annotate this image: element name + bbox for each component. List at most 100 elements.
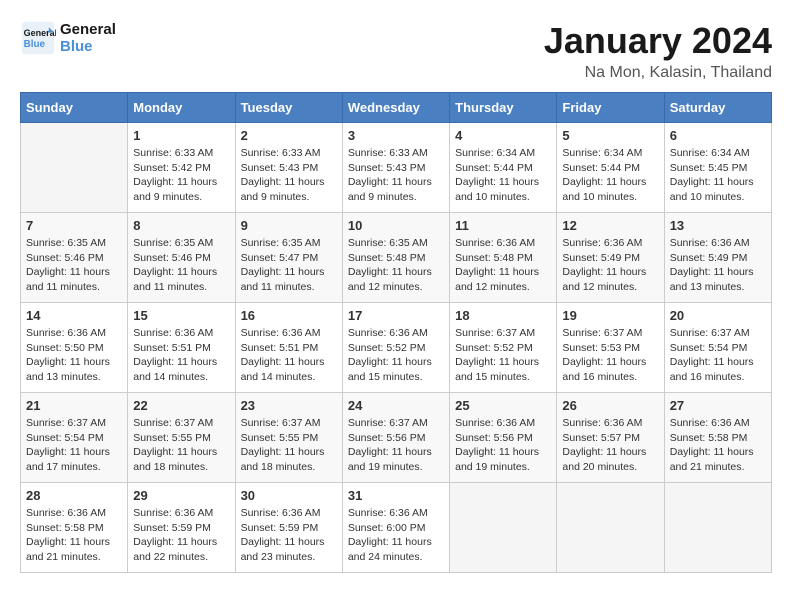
calendar-week-row: 21 Sunrise: 6:37 AM Sunset: 5:54 PM Dayli… bbox=[21, 393, 772, 483]
calendar-cell: 20Sunrise: 6:37 AM Sunset: 5:54 PM Dayli… bbox=[664, 303, 771, 393]
day-number: 17 bbox=[348, 308, 444, 323]
weekday-header-cell: Wednesday bbox=[342, 93, 449, 123]
calendar-cell: 17 Sunrise: 6:36 AM Sunset: 5:52 PM Dayli… bbox=[342, 303, 449, 393]
calendar-cell: 31Sunrise: 6:36 AM Sunset: 6:00 PM Dayli… bbox=[342, 483, 449, 573]
calendar-cell: 30 Sunrise: 6:36 AM Sunset: 5:59 PM Dayli… bbox=[235, 483, 342, 573]
calendar-week-row: 14 Sunrise: 6:36 AM Sunset: 5:50 PM Dayli… bbox=[21, 303, 772, 393]
day-number: 22 bbox=[133, 398, 229, 413]
calendar-cell: 3Sunrise: 6:33 AM Sunset: 5:43 PM Daylig… bbox=[342, 123, 449, 213]
cell-detail: Sunrise: 6:35 AM Sunset: 5:46 PM Dayligh… bbox=[133, 236, 229, 295]
calendar-cell: 4 Sunrise: 6:34 AM Sunset: 5:44 PM Daylig… bbox=[450, 123, 557, 213]
cell-detail: Sunrise: 6:36 AM Sunset: 5:51 PM Dayligh… bbox=[133, 326, 229, 385]
day-number: 24 bbox=[348, 398, 444, 413]
calendar-week-row: 1 Sunrise: 6:33 AM Sunset: 5:42 PM Daylig… bbox=[21, 123, 772, 213]
cell-detail: Sunrise: 6:33 AM Sunset: 5:43 PM Dayligh… bbox=[241, 146, 337, 205]
calendar-cell: 16 Sunrise: 6:36 AM Sunset: 5:51 PM Dayli… bbox=[235, 303, 342, 393]
day-number: 9 bbox=[241, 218, 337, 233]
calendar-cell: 19 Sunrise: 6:37 AM Sunset: 5:53 PM Dayli… bbox=[557, 303, 664, 393]
cell-detail: Sunrise: 6:37 AM Sunset: 5:54 PM Dayligh… bbox=[26, 416, 122, 475]
cell-detail: Sunrise: 6:35 AM Sunset: 5:47 PM Dayligh… bbox=[241, 236, 337, 295]
calendar-cell: 27 Sunrise: 6:36 AM Sunset: 5:58 PM Dayli… bbox=[664, 393, 771, 483]
calendar-cell: 25 Sunrise: 6:36 AM Sunset: 5:56 PM Dayli… bbox=[450, 393, 557, 483]
calendar-cell: 1 Sunrise: 6:33 AM Sunset: 5:42 PM Daylig… bbox=[128, 123, 235, 213]
weekday-header-cell: Saturday bbox=[664, 93, 771, 123]
svg-text:Blue: Blue bbox=[24, 39, 46, 50]
cell-detail: Sunrise: 6:34 AM Sunset: 5:44 PM Dayligh… bbox=[455, 146, 551, 205]
calendar-cell: 6Sunrise: 6:34 AM Sunset: 5:45 PM Daylig… bbox=[664, 123, 771, 213]
calendar-cell: 2Sunrise: 6:33 AM Sunset: 5:43 PM Daylig… bbox=[235, 123, 342, 213]
day-number: 5 bbox=[562, 128, 658, 143]
cell-detail: Sunrise: 6:36 AM Sunset: 5:50 PM Dayligh… bbox=[26, 326, 122, 385]
day-number: 30 bbox=[241, 488, 337, 503]
cell-detail: Sunrise: 6:37 AM Sunset: 5:53 PM Dayligh… bbox=[562, 326, 658, 385]
day-number: 6 bbox=[670, 128, 766, 143]
cell-detail: Sunrise: 6:36 AM Sunset: 5:51 PM Dayligh… bbox=[241, 326, 337, 385]
cell-detail: Sunrise: 6:37 AM Sunset: 5:52 PM Dayligh… bbox=[455, 326, 551, 385]
day-number: 16 bbox=[241, 308, 337, 323]
calendar-cell: 10Sunrise: 6:35 AM Sunset: 5:48 PM Dayli… bbox=[342, 213, 449, 303]
cell-detail: Sunrise: 6:37 AM Sunset: 5:55 PM Dayligh… bbox=[133, 416, 229, 475]
weekday-header-cell: Tuesday bbox=[235, 93, 342, 123]
day-number: 15 bbox=[133, 308, 229, 323]
day-number: 11 bbox=[455, 218, 551, 233]
cell-detail: Sunrise: 6:34 AM Sunset: 5:44 PM Dayligh… bbox=[562, 146, 658, 205]
day-number: 8 bbox=[133, 218, 229, 233]
calendar-cell: 29Sunrise: 6:36 AM Sunset: 5:59 PM Dayli… bbox=[128, 483, 235, 573]
day-number: 21 bbox=[26, 398, 122, 413]
calendar-cell: 9 Sunrise: 6:35 AM Sunset: 5:47 PM Daylig… bbox=[235, 213, 342, 303]
day-number: 29 bbox=[133, 488, 229, 503]
calendar-cell: 5 Sunrise: 6:34 AM Sunset: 5:44 PM Daylig… bbox=[557, 123, 664, 213]
cell-detail: Sunrise: 6:36 AM Sunset: 5:48 PM Dayligh… bbox=[455, 236, 551, 295]
day-number: 4 bbox=[455, 128, 551, 143]
logo: General Blue General Blue bbox=[20, 20, 116, 56]
weekday-header-cell: Sunday bbox=[21, 93, 128, 123]
logo-line2: Blue bbox=[60, 38, 116, 55]
day-number: 28 bbox=[26, 488, 122, 503]
day-number: 26 bbox=[562, 398, 658, 413]
calendar-cell bbox=[557, 483, 664, 573]
cell-detail: Sunrise: 6:36 AM Sunset: 5:57 PM Dayligh… bbox=[562, 416, 658, 475]
weekday-header-cell: Thursday bbox=[450, 93, 557, 123]
cell-detail: Sunrise: 6:36 AM Sunset: 5:56 PM Dayligh… bbox=[455, 416, 551, 475]
day-number: 19 bbox=[562, 308, 658, 323]
calendar-cell: 12Sunrise: 6:36 AM Sunset: 5:49 PM Dayli… bbox=[557, 213, 664, 303]
calendar-cell: 21 Sunrise: 6:37 AM Sunset: 5:54 PM Dayli… bbox=[21, 393, 128, 483]
calendar-cell: 26 Sunrise: 6:36 AM Sunset: 5:57 PM Dayli… bbox=[557, 393, 664, 483]
weekday-header-cell: Friday bbox=[557, 93, 664, 123]
cell-detail: Sunrise: 6:36 AM Sunset: 5:58 PM Dayligh… bbox=[670, 416, 766, 475]
calendar-cell bbox=[664, 483, 771, 573]
cell-detail: Sunrise: 6:33 AM Sunset: 5:43 PM Dayligh… bbox=[348, 146, 444, 205]
calendar-week-row: 7 Sunrise: 6:35 AM Sunset: 5:46 PM Daylig… bbox=[21, 213, 772, 303]
day-number: 1 bbox=[133, 128, 229, 143]
cell-detail: Sunrise: 6:36 AM Sunset: 5:52 PM Dayligh… bbox=[348, 326, 444, 385]
cell-detail: Sunrise: 6:37 AM Sunset: 5:54 PM Dayligh… bbox=[670, 326, 766, 385]
calendar-cell: 24 Sunrise: 6:37 AM Sunset: 5:56 PM Dayli… bbox=[342, 393, 449, 483]
calendar-cell: 13Sunrise: 6:36 AM Sunset: 5:49 PM Dayli… bbox=[664, 213, 771, 303]
day-number: 14 bbox=[26, 308, 122, 323]
calendar-cell: 11 Sunrise: 6:36 AM Sunset: 5:48 PM Dayli… bbox=[450, 213, 557, 303]
cell-detail: Sunrise: 6:36 AM Sunset: 5:59 PM Dayligh… bbox=[241, 506, 337, 565]
calendar-cell: 7 Sunrise: 6:35 AM Sunset: 5:46 PM Daylig… bbox=[21, 213, 128, 303]
calendar-cell: 8 Sunrise: 6:35 AM Sunset: 5:46 PM Daylig… bbox=[128, 213, 235, 303]
day-number: 10 bbox=[348, 218, 444, 233]
calendar-body: 1 Sunrise: 6:33 AM Sunset: 5:42 PM Daylig… bbox=[21, 123, 772, 573]
calendar-cell: 14 Sunrise: 6:36 AM Sunset: 5:50 PM Dayli… bbox=[21, 303, 128, 393]
day-number: 31 bbox=[348, 488, 444, 503]
day-number: 18 bbox=[455, 308, 551, 323]
day-number: 25 bbox=[455, 398, 551, 413]
day-number: 27 bbox=[670, 398, 766, 413]
calendar-cell: 15 Sunrise: 6:36 AM Sunset: 5:51 PM Dayli… bbox=[128, 303, 235, 393]
calendar-cell: 18 Sunrise: 6:37 AM Sunset: 5:52 PM Dayli… bbox=[450, 303, 557, 393]
cell-detail: Sunrise: 6:33 AM Sunset: 5:42 PM Dayligh… bbox=[133, 146, 229, 205]
calendar-week-row: 28Sunrise: 6:36 AM Sunset: 5:58 PM Dayli… bbox=[21, 483, 772, 573]
calendar-cell bbox=[21, 123, 128, 213]
cell-detail: Sunrise: 6:37 AM Sunset: 5:56 PM Dayligh… bbox=[348, 416, 444, 475]
cell-detail: Sunrise: 6:37 AM Sunset: 5:55 PM Dayligh… bbox=[241, 416, 337, 475]
weekday-header-row: SundayMondayTuesdayWednesdayThursdayFrid… bbox=[21, 93, 772, 123]
cell-detail: Sunrise: 6:35 AM Sunset: 5:46 PM Dayligh… bbox=[26, 236, 122, 295]
calendar-cell: 22 Sunrise: 6:37 AM Sunset: 5:55 PM Dayli… bbox=[128, 393, 235, 483]
location: Na Mon, Kalasin, Thailand bbox=[544, 64, 772, 82]
day-number: 23 bbox=[241, 398, 337, 413]
calendar-cell: 28Sunrise: 6:36 AM Sunset: 5:58 PM Dayli… bbox=[21, 483, 128, 573]
day-number: 7 bbox=[26, 218, 122, 233]
